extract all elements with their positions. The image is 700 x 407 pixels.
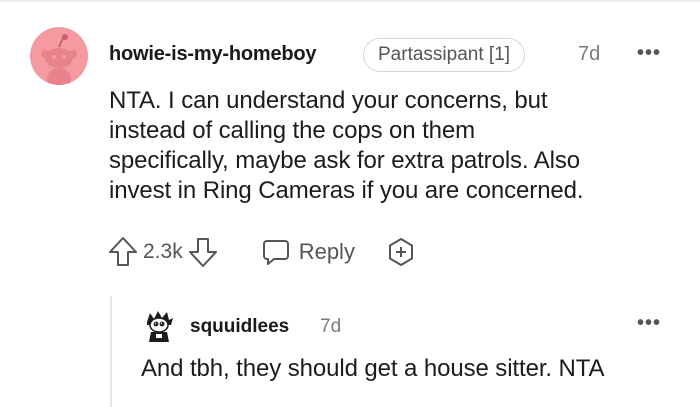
more-options-button[interactable]: ••• [637,42,661,65]
downvote-button[interactable] [187,235,219,269]
comment-body-line: NTA. I can understand your concerns, but [109,87,548,114]
comment-body-line: specifically, maybe ask for extra patrol… [109,147,581,174]
downvote-arrow-icon [188,238,217,267]
reply-more-options-button[interactable]: ••• [637,312,661,335]
upvote-arrow-icon [109,237,137,266]
reply-label: Reply [298,239,355,264]
reply-author[interactable]: squuidlees [190,316,289,338]
comment-body-line: invest in Ring Cameras if you are concer… [109,177,584,204]
reply-timestamp: 7d [320,316,342,337]
cartoon-character-icon [147,311,173,342]
snoo-avatar-icon [41,34,77,85]
thread-line[interactable] [110,296,112,407]
speech-bubble-icon [262,240,289,265]
award-button[interactable] [385,236,417,268]
top-divider [0,0,700,2]
reply-avatar[interactable] [141,308,177,344]
comment-timestamp: 7d [578,43,601,65]
comment-body: NTA. I can understand your concerns, but… [109,86,679,206]
reply-body: And tbh, they should get a house sitter.… [141,355,605,382]
upvote-button[interactable] [107,235,139,269]
user-flair-badge: Partassipant [1] [363,38,526,72]
award-plus-icon [388,238,413,266]
vote-score: 2.3k [143,240,183,263]
comment-body-line: instead of calling the cops on them [109,117,476,144]
comment-action-bar: 2.3k Reply [107,232,417,272]
reply-button[interactable]: Reply [261,237,355,267]
comment-author[interactable]: howie-is-my-homeboy [109,43,317,66]
avatar[interactable] [30,27,88,85]
